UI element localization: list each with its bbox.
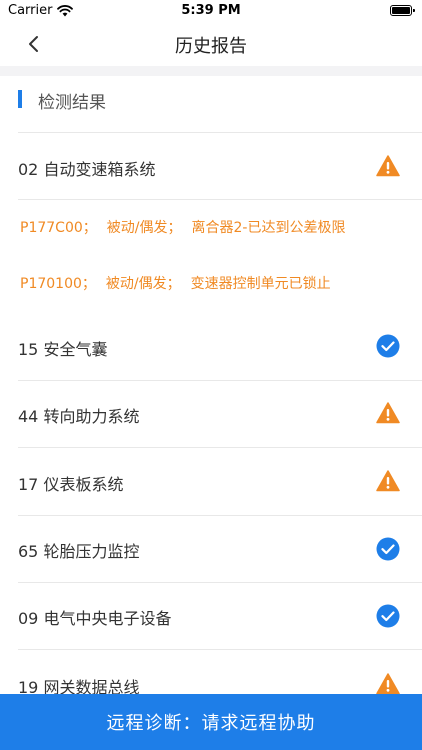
check-circle-icon — [376, 537, 400, 561]
system-row-44[interactable]: 44 转向助力系统 — [18, 380, 422, 447]
status-time: 5:39 PM — [181, 3, 241, 18]
system-label: 44 转向助力系统 — [18, 407, 140, 426]
fault-type: 被动/偶发； — [105, 276, 181, 292]
warning-icon — [376, 155, 400, 177]
check-circle-icon — [376, 604, 400, 628]
battery-icon — [390, 5, 415, 16]
system-label: 09 电气中央电子设备 — [18, 609, 172, 628]
system-row-09[interactable]: 09 电气中央电子设备 — [18, 582, 422, 649]
warning-icon — [376, 470, 400, 492]
system-row-15[interactable]: 15 安全气囊 — [18, 313, 422, 380]
warning-icon — [376, 673, 400, 695]
remote-assist-button[interactable]: 远程诊断：请求远程协助 — [0, 694, 422, 750]
section-accent-bar — [18, 90, 22, 108]
page-title: 历史报告 — [175, 36, 247, 57]
section-header: 检测结果 — [0, 76, 422, 132]
remote-assist-label: 远程诊断：请求远程协助 — [106, 713, 316, 734]
section-title: 检测结果 — [38, 93, 106, 113]
status-bar: Carrier 5:39 PM — [0, 0, 422, 22]
fault-desc: 变速器控制单元已锁止 — [190, 276, 331, 292]
fault-item: P177C00； 被动/偶发； 离合器2-已达到公差极限 — [20, 217, 345, 237]
system-row-17[interactable]: 17 仪表板系统 — [18, 447, 422, 515]
system-row-02[interactable]: 02 自动变速箱系统 — [18, 132, 422, 199]
system-label: 02 自动变速箱系统 — [18, 160, 156, 179]
fault-code: P177C00； — [20, 220, 97, 236]
warning-icon — [376, 402, 400, 424]
system-label: 17 仪表板系统 — [18, 475, 124, 494]
section-divider — [0, 66, 422, 76]
fault-item: P170100； 被动/偶发； 变速器控制单元已锁止 — [20, 273, 331, 293]
nav-bar: 历史报告 — [0, 22, 422, 66]
system-label: 15 安全气囊 — [18, 340, 108, 359]
fault-type: 被动/偶发； — [106, 220, 182, 236]
check-circle-icon — [376, 334, 400, 358]
fault-code: P170100； — [20, 276, 96, 292]
fault-desc: 离合器2-已达到公差极限 — [191, 220, 346, 236]
system-row-65[interactable]: 65 轮胎压力监控 — [18, 515, 422, 582]
system-label: 65 轮胎压力监控 — [18, 542, 140, 561]
